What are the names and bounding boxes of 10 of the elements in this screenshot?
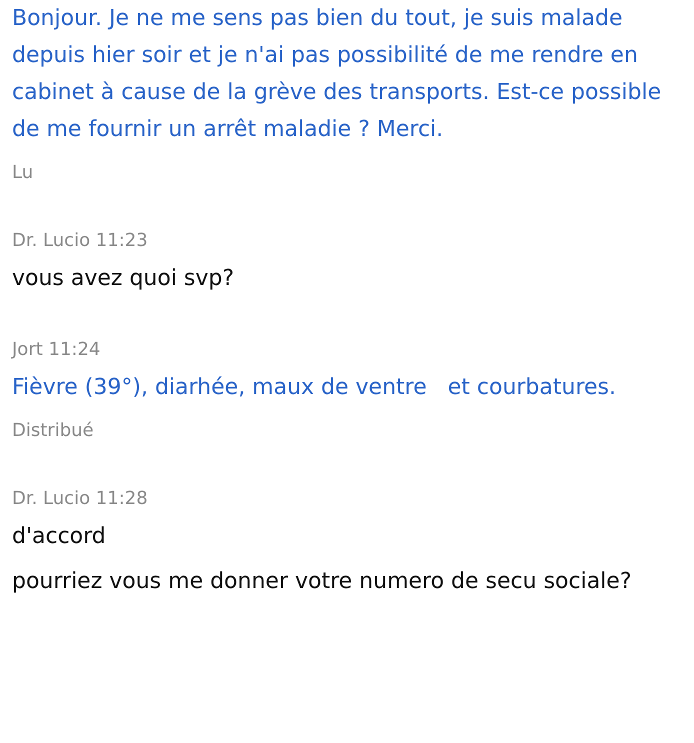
message-text: d'accord bbox=[12, 523, 107, 551]
sender-time-label: Jort 11:24 bbox=[12, 338, 102, 362]
message-text: pourriez vous me donner votre numero de secu sociale? bbox=[12, 568, 633, 596]
message-text: vous avez quoi svp? bbox=[12, 265, 236, 293]
delivery-status-label: Lu bbox=[12, 161, 34, 185]
sender-time-label: Dr. Lucio 11:28 bbox=[12, 487, 149, 511]
sender-time-label: Dr. Lucio 11:23 bbox=[12, 229, 149, 253]
message-text: Bonjour. Je ne me sens pas bien du tout, je suis malade depuis hier soir et je n'ai pas possibilité de me rendre en cabinet à cause de la grève des transports. Est-ce possible de me fournir un arrêt maladie ? Merci. bbox=[12, 5, 662, 144]
message-text: Fièvre (39°), diarhée, maux de ventre et courbatures. bbox=[12, 374, 618, 402]
delivery-status-label: Distribué bbox=[12, 419, 95, 443]
